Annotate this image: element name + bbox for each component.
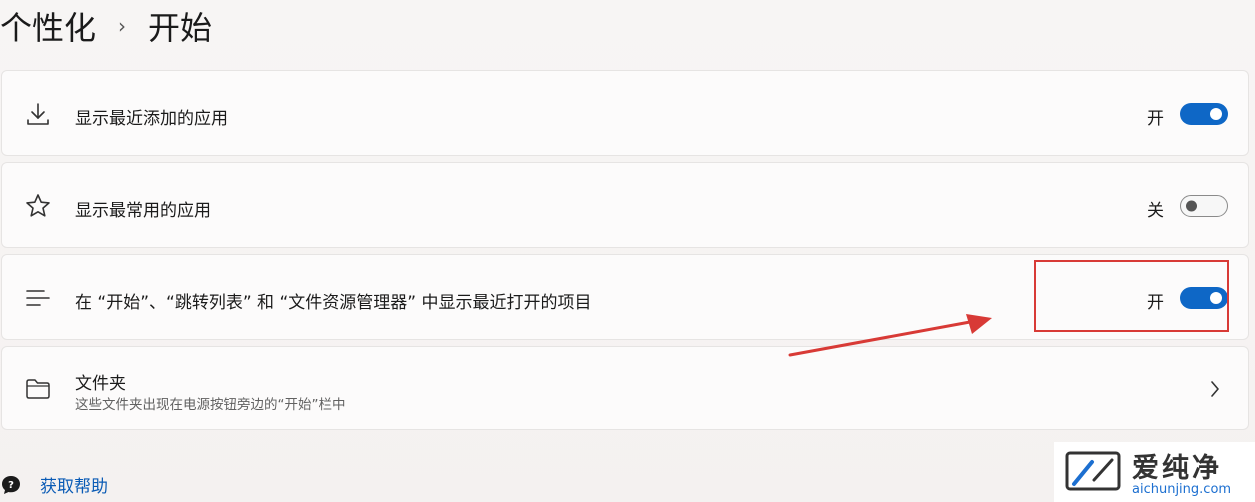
download-icon	[27, 103, 49, 125]
star-icon	[26, 194, 50, 217]
toggle-state-label: 关	[1147, 201, 1164, 221]
setting-label: 显示最近添加的应用	[75, 109, 228, 129]
setting-most-used-apps: 显示最常用的应用 关	[1, 162, 1249, 248]
watermark-url: aichunjing.com	[1132, 482, 1232, 497]
breadcrumb-parent[interactable]: 个性化	[0, 3, 96, 49]
breadcrumb: 个性化 › 开始	[0, 4, 212, 48]
list-lines-icon	[26, 290, 50, 306]
folder-icon	[26, 379, 50, 399]
page-title: 开始	[148, 9, 213, 47]
annotation-arrow-icon	[788, 314, 992, 357]
breadcrumb-separator: ›	[118, 14, 127, 38]
recently-added-apps-toggle[interactable]	[1180, 103, 1228, 125]
toggle-knob	[1210, 108, 1222, 120]
setting-label: 在 “开始”、“跳转列表” 和 “文件资源管理器” 中显示最近打开的项目	[75, 293, 592, 313]
watermark-title: 爱纯净	[1132, 453, 1222, 484]
folders-row[interactable]: 文件夹 这些文件夹出现在电源按钮旁边的“开始”栏中	[1, 346, 1249, 430]
setting-label: 显示最常用的应用	[75, 201, 211, 221]
chevron-right-icon	[1211, 381, 1219, 397]
help-icon: ?	[2, 476, 20, 494]
toggle-state-label: 开	[1147, 109, 1164, 129]
folders-description: 这些文件夹出现在电源按钮旁边的“开始”栏中	[75, 397, 346, 413]
watermark-logo-icon	[1065, 451, 1121, 491]
most-used-apps-toggle[interactable]	[1180, 195, 1228, 217]
svg-text:?: ?	[8, 480, 14, 491]
setting-recently-added-apps: 显示最近添加的应用 开	[1, 70, 1249, 156]
get-help-link[interactable]: 获取帮助	[40, 472, 108, 497]
toggle-knob	[1186, 200, 1197, 212]
annotation-highlight-box	[1034, 260, 1229, 332]
watermark: 爱纯净 aichunjing.com	[1054, 442, 1255, 502]
folders-title: 文件夹	[75, 374, 126, 394]
